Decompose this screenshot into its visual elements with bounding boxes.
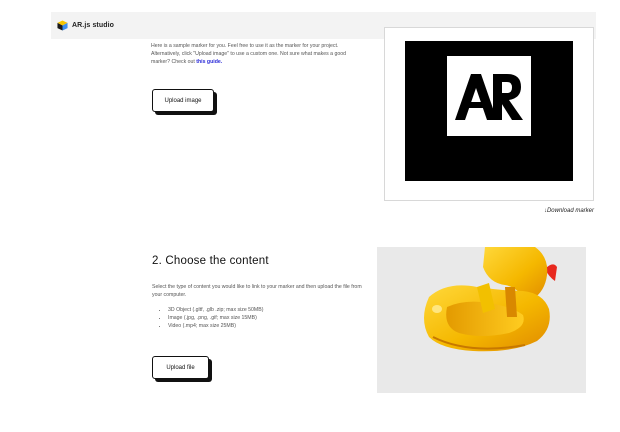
ar-marker-logo: AR	[455, 74, 523, 135]
arjs-cube-logo-icon[interactable]	[57, 20, 68, 31]
marker-label: AR	[488, 132, 490, 135]
guide-link[interactable]: this guide.	[196, 59, 222, 65]
brand-name[interactable]: AR.js studio	[72, 22, 114, 29]
section-title-choose-content: 2. Choose the content	[152, 255, 269, 267]
upload-image-button[interactable]: Upload image	[152, 89, 214, 112]
marker-image: AR	[447, 56, 531, 136]
rubber-duck-model-image	[424, 247, 557, 352]
content-type-item: Video (.mp4; max size 25MB)	[168, 322, 263, 330]
marker-preview-card: AR	[384, 27, 594, 201]
download-marker-link[interactable]: ↓Download marker	[480, 208, 594, 214]
download-marker-label: Download marker	[546, 208, 594, 214]
marker-description: Here is a sample marker for you. Feel fr…	[151, 42, 363, 66]
content-type-item: 3D Object (.gltf, .glb .zip; max size 50…	[168, 306, 263, 314]
content-type-item: Image (.jpg, .png, .gif; max size 15MB)	[168, 314, 263, 322]
content-type-list: 3D Object (.gltf, .glb .zip; max size 50…	[160, 306, 263, 330]
content-description: Select the type of content you would lik…	[152, 284, 362, 298]
marker-description-text: Here is a sample marker for you. Feel fr…	[151, 43, 347, 65]
3d-content-preview[interactable]	[377, 247, 586, 393]
upload-file-button[interactable]: Upload file	[152, 356, 209, 379]
page: AR.js studio Here is a sample marker for…	[0, 0, 620, 432]
marker-black-border: AR	[405, 41, 573, 181]
